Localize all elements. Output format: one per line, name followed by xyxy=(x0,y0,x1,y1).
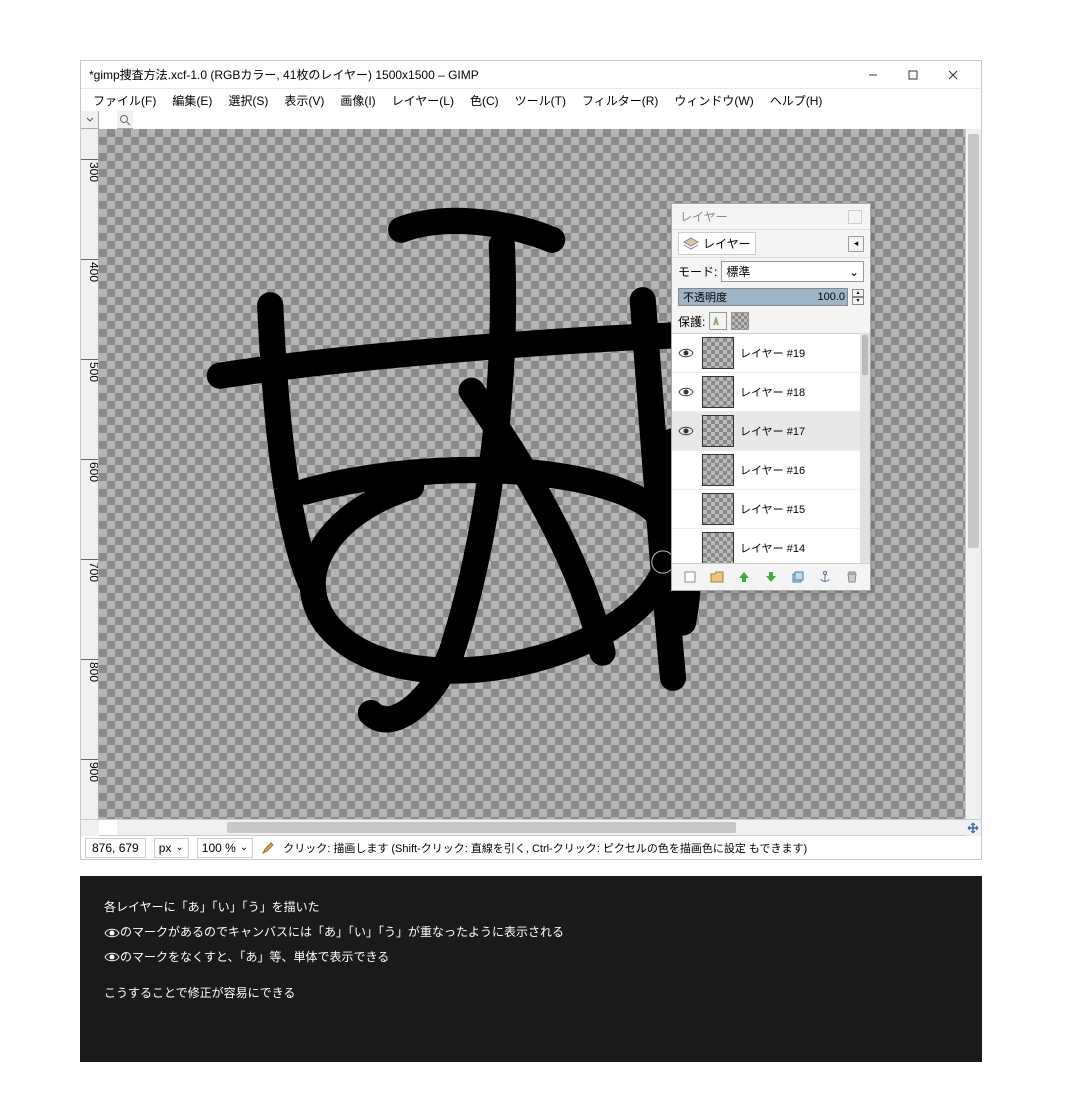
quickmask-toggle[interactable] xyxy=(81,820,99,836)
layer-name-label[interactable]: レイヤー #14 xyxy=(740,540,856,556)
layer-visibility-toggle[interactable] xyxy=(676,425,696,437)
layer-thumbnail xyxy=(702,493,734,525)
lock-pixels-toggle[interactable] xyxy=(709,312,727,330)
titlebar[interactable]: *gimp捜査方法.xcf-1.0 (RGBカラー, 41枚のレイヤー) 150… xyxy=(81,61,981,89)
layer-row[interactable]: レイヤー #14 xyxy=(672,529,860,563)
layer-list[interactable]: レイヤー #19 レイヤー #18 レイヤー #17 レイヤー #16 レイヤー #15… xyxy=(672,333,860,563)
workspace: 40050060070080090010001100 3004005006007… xyxy=(81,111,981,835)
layers-dialog-title-text: レイヤー xyxy=(680,208,728,225)
unit-selector[interactable]: px xyxy=(154,838,189,858)
ruler-corner[interactable] xyxy=(81,111,99,129)
layer-thumbnail xyxy=(702,532,734,563)
layer-visibility-toggle[interactable] xyxy=(676,386,696,398)
layers-dialog-close-icon[interactable] xyxy=(848,210,862,224)
menu-tools[interactable]: ツール(T) xyxy=(507,90,574,111)
eye-icon xyxy=(104,927,120,939)
opacity-label: 不透明度 xyxy=(683,289,727,305)
layer-visibility-toggle[interactable] xyxy=(676,347,696,359)
layer-mode-dropdown[interactable]: 標準 ⌄ xyxy=(721,261,864,282)
layer-thumbnail xyxy=(702,376,734,408)
layers-tab-label: レイヤー xyxy=(703,235,751,252)
scrollbar-vertical[interactable] xyxy=(965,129,981,819)
menu-colors[interactable]: 色(C) xyxy=(462,90,507,111)
gimp-main-window: *gimp捜査方法.xcf-1.0 (RGBカラー, 41枚のレイヤー) 150… xyxy=(80,60,982,860)
layers-dialog[interactable]: レイヤー レイヤー ◂ モード: 標準 ⌄ xyxy=(671,203,871,591)
layer-up-button[interactable] xyxy=(735,568,753,586)
caption-line3: のマークをなくすと、「あ」等、単体で表示できる xyxy=(104,946,958,969)
opacity-spinner[interactable]: ▴▾ xyxy=(852,289,864,305)
layers-tab-menu-button[interactable]: ◂ xyxy=(848,236,864,252)
layer-name-label[interactable]: レイヤー #19 xyxy=(740,345,856,361)
layer-row[interactable]: レイヤー #17 xyxy=(672,412,860,451)
layer-name-label[interactable]: レイヤー #17 xyxy=(740,423,856,439)
status-hint: クリック: 描画します (Shift-クリック: 直線を引く, Ctrl-クリッ… xyxy=(283,840,807,856)
close-button[interactable] xyxy=(933,62,973,88)
opacity-value: 100.0 xyxy=(817,291,845,303)
ruler-vertical[interactable]: 300400500600700800900 xyxy=(81,129,99,819)
layer-mode-value: 標準 xyxy=(726,263,750,280)
layer-name-label[interactable]: レイヤー #15 xyxy=(740,501,856,517)
zoom-corner-icon[interactable] xyxy=(117,111,133,129)
caption-box: 各レイヤーに「あ」「い」「う」を描いた のマークがあるのでキャンバスには「あ」「… xyxy=(80,876,982,1062)
minimize-button[interactable] xyxy=(853,62,893,88)
cursor-coords: 876, 679 xyxy=(85,838,146,858)
new-layer-button[interactable] xyxy=(681,568,699,586)
scrollbar-horizontal[interactable] xyxy=(117,820,965,835)
menu-edit[interactable]: 編集(E) xyxy=(164,90,220,111)
chevron-down-icon: ⌄ xyxy=(849,265,859,279)
menu-select[interactable]: 選択(S) xyxy=(220,90,276,111)
delete-layer-button[interactable] xyxy=(843,568,861,586)
duplicate-layer-button[interactable] xyxy=(789,568,807,586)
layer-down-button[interactable] xyxy=(762,568,780,586)
layer-thumbnail xyxy=(702,415,734,447)
menu-help[interactable]: ヘルプ(H) xyxy=(762,90,831,111)
caption-line4: こうすることで修正が容易にできる xyxy=(104,982,958,1005)
layers-dialog-title[interactable]: レイヤー xyxy=(672,204,870,229)
layer-thumbnail xyxy=(702,337,734,369)
menu-view[interactable]: 表示(V) xyxy=(276,90,332,111)
layer-row[interactable]: レイヤー #19 xyxy=(672,334,860,373)
menu-windows[interactable]: ウィンドウ(W) xyxy=(666,90,761,111)
menu-file[interactable]: ファイル(F) xyxy=(85,90,164,111)
layers-stack-icon xyxy=(683,237,699,251)
layer-name-label[interactable]: レイヤー #16 xyxy=(740,462,856,478)
open-layer-button[interactable] xyxy=(708,568,726,586)
paintbrush-icon xyxy=(261,841,275,855)
eye-icon xyxy=(104,951,120,963)
layer-row[interactable]: レイヤー #18 xyxy=(672,373,860,412)
zoom-selector[interactable]: 100 % xyxy=(197,838,253,858)
layer-thumbnail xyxy=(702,454,734,486)
statusbar: 876, 679 px 100 % クリック: 描画します (Shift-クリッ… xyxy=(81,835,981,859)
window-title: *gimp捜査方法.xcf-1.0 (RGBカラー, 41枚のレイヤー) 150… xyxy=(89,66,853,83)
layer-row[interactable]: レイヤー #16 xyxy=(672,451,860,490)
caption-line1: 各レイヤーに「あ」「い」「う」を描いた xyxy=(104,896,958,919)
lock-alpha-toggle[interactable] xyxy=(731,312,749,330)
menu-filters[interactable]: フィルター(R) xyxy=(574,90,666,111)
canvas[interactable]: レイヤー レイヤー ◂ モード: 標準 ⌄ xyxy=(99,129,965,819)
layer-list-scrollbar[interactable] xyxy=(860,333,870,563)
lock-label: 保護: xyxy=(678,313,705,330)
opacity-slider[interactable]: 不透明度 100.0 xyxy=(678,288,848,306)
layer-mode-label: モード: xyxy=(678,263,717,280)
menubar: ファイル(F) 編集(E) 選択(S) 表示(V) 画像(I) レイヤー(L) … xyxy=(81,89,981,111)
menu-layer[interactable]: レイヤー(L) xyxy=(384,90,462,111)
caption-line2: のマークがあるのでキャンバスには「あ」「い」「う」が重なったように表示される xyxy=(104,921,958,944)
layers-tab[interactable]: レイヤー xyxy=(678,232,756,255)
navigation-icon[interactable] xyxy=(965,820,981,836)
maximize-button[interactable] xyxy=(893,62,933,88)
layer-row[interactable]: レイヤー #15 xyxy=(672,490,860,529)
anchor-layer-button[interactable] xyxy=(816,568,834,586)
layer-name-label[interactable]: レイヤー #18 xyxy=(740,384,856,400)
menu-image[interactable]: 画像(I) xyxy=(332,90,383,111)
